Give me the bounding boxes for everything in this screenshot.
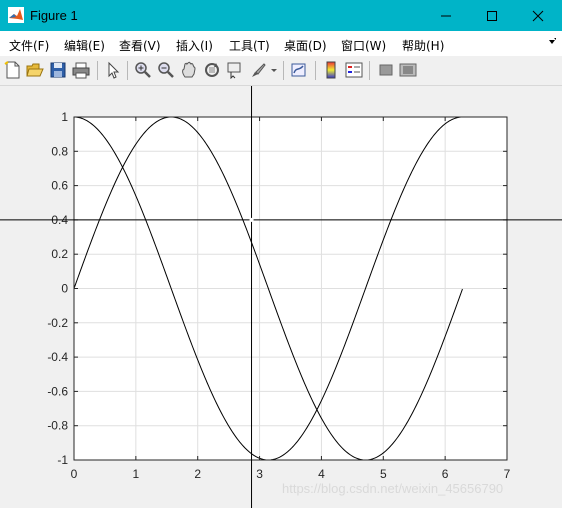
zoom-in-icon[interactable] (134, 61, 152, 79)
matlab-icon (8, 7, 24, 23)
menu-insert[interactable]: 插入(I) (176, 37, 213, 54)
toolbar-separator (127, 61, 128, 80)
maximize-icon (487, 10, 497, 21)
x-tick-label: 1 (133, 467, 140, 481)
save-icon[interactable] (49, 61, 67, 79)
close-button[interactable] (515, 0, 561, 31)
menu-help[interactable]: 帮助(H) (402, 37, 444, 54)
x-tick-label: 6 (442, 467, 449, 481)
link-plot-icon[interactable] (290, 61, 308, 79)
hide-plot-tools-icon[interactable] (377, 61, 395, 79)
maximize-button[interactable] (469, 0, 515, 31)
x-tick-label: 7 (504, 467, 511, 481)
zoom-out-icon[interactable] (157, 61, 175, 79)
toolbar-separator (97, 61, 98, 80)
x-tick-label: 0 (71, 467, 78, 481)
menu-file[interactable]: 文件(F) (9, 37, 49, 54)
menu-view[interactable]: 查看(V) (119, 37, 161, 54)
data-cursor-icon[interactable] (226, 61, 244, 79)
pointer-icon[interactable] (104, 61, 122, 79)
close-icon (532, 10, 544, 21)
menu-desktop[interactable]: 桌面(D) (284, 37, 327, 54)
y-tick-label: -0.6 (47, 384, 68, 398)
y-tick-label: 0 (61, 282, 68, 296)
y-tick-label: 1 (61, 110, 68, 124)
y-tick-label: 0.6 (51, 179, 68, 193)
menu-tools[interactable]: 工具(T) (229, 37, 270, 54)
x-tick-label: 2 (194, 467, 201, 481)
minimize-icon (441, 15, 451, 16)
brush-icon[interactable] (249, 61, 267, 79)
menu-window[interactable]: 窗口(W) (341, 37, 386, 54)
menu-edit[interactable]: 编辑(E) (64, 37, 105, 54)
rotate-3d-icon[interactable] (203, 61, 221, 79)
minimize-button[interactable] (423, 0, 469, 31)
title-bar[interactable]: Figure 1 (0, 0, 562, 31)
pan-icon[interactable] (180, 61, 198, 79)
open-file-icon[interactable] (26, 61, 44, 79)
y-tick-label: -1 (57, 453, 68, 467)
toolbar (0, 56, 562, 86)
toolbar-separator (369, 61, 370, 80)
x-tick-label: 4 (318, 467, 325, 481)
show-plot-tools-icon[interactable] (399, 61, 417, 79)
x-tick-label: 5 (380, 467, 387, 481)
new-figure-icon[interactable] (4, 61, 22, 79)
y-tick-label: -0.4 (47, 350, 68, 364)
window-title: Figure 1 (30, 8, 78, 23)
y-tick-label: 0.8 (51, 144, 68, 158)
print-icon[interactable] (72, 61, 90, 79)
y-tick-label: -0.2 (47, 316, 68, 330)
crosshair-center (249, 217, 254, 222)
legend-icon[interactable] (345, 61, 363, 79)
x-tick-label: 3 (256, 467, 263, 481)
line-plot[interactable]: 0 1 2 3 4 5 6 710.80.60.40.20-0.2-0.4-0.6-0.8-1 (0, 86, 562, 508)
toolbar-separator (283, 61, 284, 80)
menu-bar: 文件(F) 编辑(E) 查看(V) 插入(I) 工具(T) 桌面(D) 窗口(W… (0, 31, 562, 56)
brush-dropdown-icon[interactable] (269, 61, 279, 79)
watermark-text: https://blog.csdn.net/weixin_45656790 (282, 481, 504, 496)
dock-arrow-icon[interactable] (548, 38, 556, 46)
colorbar-icon[interactable] (322, 61, 340, 79)
toolbar-separator (315, 61, 316, 80)
y-tick-label: 0.2 (51, 247, 68, 261)
y-tick-label: -0.8 (47, 419, 68, 433)
